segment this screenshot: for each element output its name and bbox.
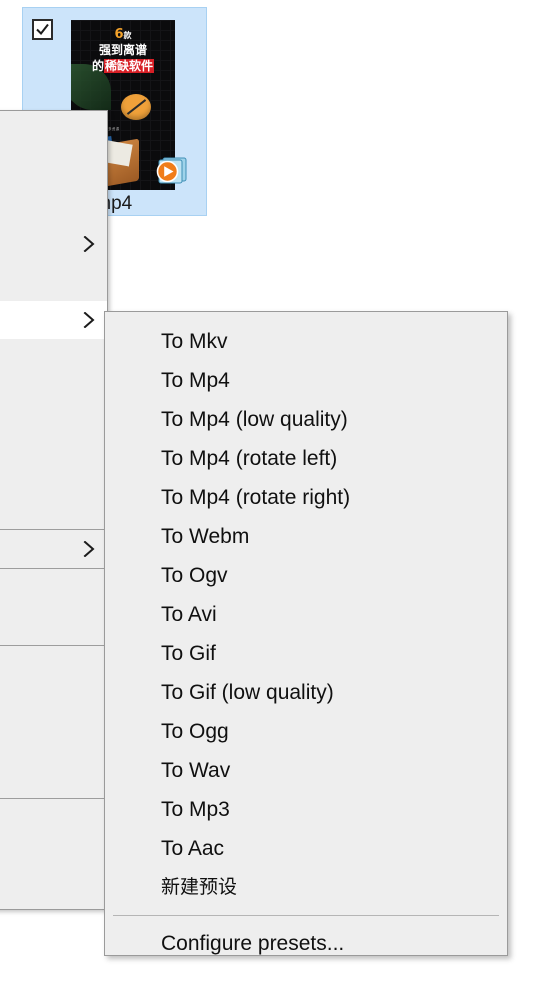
submenu-items: To Mkv To Mp4 To Mp4 (low quality) To Mp4 (… xyxy=(105,322,507,963)
parent-menu-row-7[interactable] xyxy=(0,339,107,377)
submenu-separator xyxy=(113,915,499,916)
parent-menu-row-8[interactable] xyxy=(0,377,107,415)
parent-menu-row-10[interactable] xyxy=(0,453,107,491)
thumbnail-title-number: 6 xyxy=(114,27,124,42)
submenu-item[interactable]: To Ogg xyxy=(105,712,507,751)
parent-menu-row-3[interactable] xyxy=(0,187,107,225)
parent-menu-row-12[interactable] xyxy=(0,530,107,568)
submenu-item[interactable]: To Wav xyxy=(105,751,507,790)
file-select-checkbox[interactable] xyxy=(32,19,53,40)
submenu-item[interactable]: To Avi xyxy=(105,595,507,634)
submenu-item[interactable]: To Mkv xyxy=(105,322,507,361)
submenu-item[interactable]: To Mp3 xyxy=(105,790,507,829)
submenu-item[interactable]: To Aac xyxy=(105,829,507,868)
parent-menu-row-13[interactable] xyxy=(0,569,107,607)
parent-menu-row-19[interactable] xyxy=(0,799,107,837)
chevron-right-icon xyxy=(83,312,95,328)
thumbnail-title-line3-highlight: 稀缺软件 xyxy=(104,59,155,73)
parent-menu-row-16[interactable] xyxy=(0,684,107,722)
submenu-item[interactable]: To Mp4 (rotate right) xyxy=(105,478,507,517)
parent-menu-rows xyxy=(0,111,107,837)
thumbnail-title-line3-plain: 的 xyxy=(91,59,104,73)
thumbnail-title-line1: 6款 xyxy=(71,28,175,41)
parent-menu-row-6[interactable] xyxy=(0,301,107,339)
media-player-icon xyxy=(156,157,187,184)
parent-menu-row-5[interactable] xyxy=(0,263,107,301)
parent-menu-row-9[interactable] xyxy=(0,415,107,453)
parent-menu-row-1[interactable] xyxy=(0,111,107,149)
thumbnail-title-suffix: 款 xyxy=(123,31,132,40)
submenu-item[interactable]: Configure presets... xyxy=(105,924,507,963)
parent-menu-row-18[interactable] xyxy=(0,760,107,798)
parent-menu-row-11[interactable] xyxy=(0,491,107,529)
submenu-item[interactable]: To Webm xyxy=(105,517,507,556)
thumbnail-title-line3: 的稀缺软件 xyxy=(71,59,175,73)
submenu-item[interactable]: To Mp4 xyxy=(105,361,507,400)
submenu-item[interactable]: To Gif xyxy=(105,634,507,673)
submenu-item[interactable]: To Mp4 (rotate left) xyxy=(105,439,507,478)
thumbnail-disc-shape xyxy=(121,94,151,120)
submenu-item[interactable]: To Ogv xyxy=(105,556,507,595)
thumbnail-title-line2: 强到离谱 xyxy=(98,43,147,57)
parent-menu-row-15[interactable] xyxy=(0,646,107,684)
parent-menu-row-4[interactable] xyxy=(0,225,107,263)
chevron-right-icon xyxy=(83,541,95,557)
parent-menu-row-17[interactable] xyxy=(0,722,107,760)
explorer-background: 6款 强到离谱 的稀缺软件 关注公众号获取更多资源 日.mp4 xyxy=(0,0,547,989)
submenu-item[interactable]: To Gif (low quality) xyxy=(105,673,507,712)
parent-menu-row-14[interactable] xyxy=(0,607,107,645)
parent-context-menu[interactable] xyxy=(0,110,108,910)
submenu-item[interactable]: 新建预设 xyxy=(105,868,507,907)
checkmark-icon xyxy=(36,23,49,36)
parent-menu-row-2[interactable] xyxy=(0,149,107,187)
chevron-right-icon xyxy=(83,236,95,252)
convert-presets-submenu[interactable]: To Mkv To Mp4 To Mp4 (low quality) To Mp4 (… xyxy=(104,311,508,956)
submenu-item[interactable]: To Mp4 (low quality) xyxy=(105,400,507,439)
